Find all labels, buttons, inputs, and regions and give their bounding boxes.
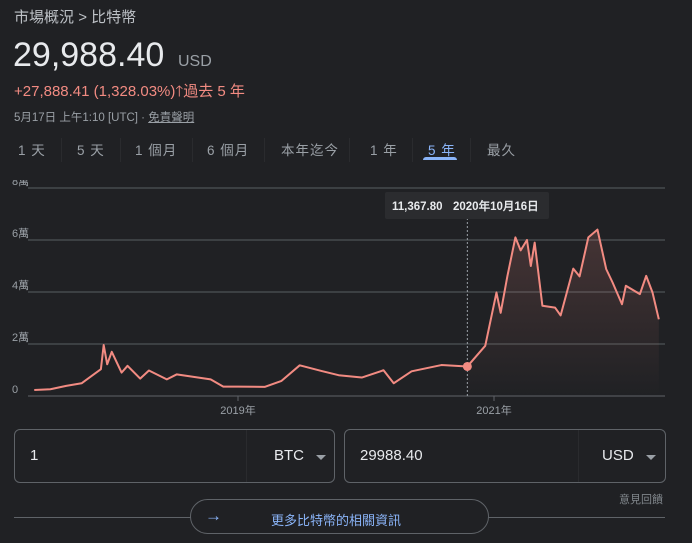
area-fill (467, 229, 659, 396)
from-amount-input[interactable]: 1 (30, 447, 38, 464)
tooltip-value: 11,367.80 (392, 201, 443, 213)
price-change: +27,888.41 (1,328.03%)🡑過去 5 年 (14, 80, 245, 106)
divider (246, 430, 247, 482)
tooltip-date: 2020年10月16日 (453, 199, 539, 213)
tab-5[interactable]: 1 年 (370, 139, 398, 159)
y-tick-label: 4萬 (12, 279, 29, 292)
change-value: +27,888.41 (1,328.03%) (14, 83, 176, 100)
divider (578, 430, 579, 482)
tab-separator (120, 138, 121, 162)
arrow-right-icon: → (205, 506, 222, 525)
tab-separator (470, 138, 471, 162)
disclaimer-link[interactable]: 免責聲明 (148, 112, 194, 124)
tab-2[interactable]: 1 個月 (135, 139, 177, 159)
from-unit-select[interactable]: BTC (274, 447, 304, 464)
y-tick-label: 2萬 (12, 331, 29, 344)
change-period: 過去 5 年 (183, 83, 245, 100)
tab-4[interactable]: 本年迄今 (281, 139, 339, 159)
tab-separator (192, 138, 193, 162)
more-info-label: 更多比特幣的相關資訊 (271, 513, 402, 528)
breadcrumb: 市場概況 > 比特幣 (14, 6, 136, 27)
tab-0[interactable]: 1 天 (18, 139, 46, 159)
tab-separator (349, 138, 350, 162)
tab-3[interactable]: 6 個月 (207, 139, 249, 159)
tab-separator (264, 138, 265, 162)
currency: USD (178, 53, 212, 70)
breadcrumb-parent[interactable]: 市場概況 (14, 9, 74, 26)
breadcrumb-separator: > (78, 9, 87, 26)
tab-separator (412, 138, 413, 162)
y-tick-label: 6萬 (12, 227, 29, 240)
chevron-down-icon[interactable] (646, 455, 656, 460)
chevron-down-icon[interactable] (316, 455, 326, 460)
price-chart[interactable]: 0 2萬 4萬 6萬 8萬 2019年 2021年 11,367.80 2020年10月16日 (0, 180, 692, 420)
feedback-link[interactable]: 意見回饋 (619, 491, 663, 507)
timestamp-line: 5月17日 上午1:10 [UTC] · 免責聲明 (14, 109, 194, 125)
tab-6[interactable]: 5 年 (428, 139, 456, 159)
x-tick-label: 2019年 (220, 403, 255, 417)
breadcrumb-current: 比特幣 (91, 9, 137, 26)
more-info-button[interactable]: → 更多比特幣的相關資訊 (190, 499, 489, 534)
price: 29,988.40 (13, 36, 165, 74)
tab-separator (61, 138, 62, 162)
tab-7[interactable]: 最久 (487, 139, 516, 159)
x-tick-label: 2021年 (476, 403, 511, 417)
timestamp: 5月17日 上午1:10 [UTC] · (14, 112, 149, 124)
y-tick-label: 0 (12, 384, 18, 396)
to-currency-box: 29988.40 USD (344, 429, 666, 483)
tab-1[interactable]: 5 天 (77, 139, 105, 159)
from-currency-box: 1 BTC (14, 429, 335, 483)
to-amount-input[interactable]: 29988.40 (360, 447, 423, 464)
hover-point (462, 361, 472, 371)
to-unit-select[interactable]: USD (602, 447, 634, 464)
y-tick-label: 8萬 (12, 180, 29, 188)
active-tab-indicator (423, 157, 457, 160)
